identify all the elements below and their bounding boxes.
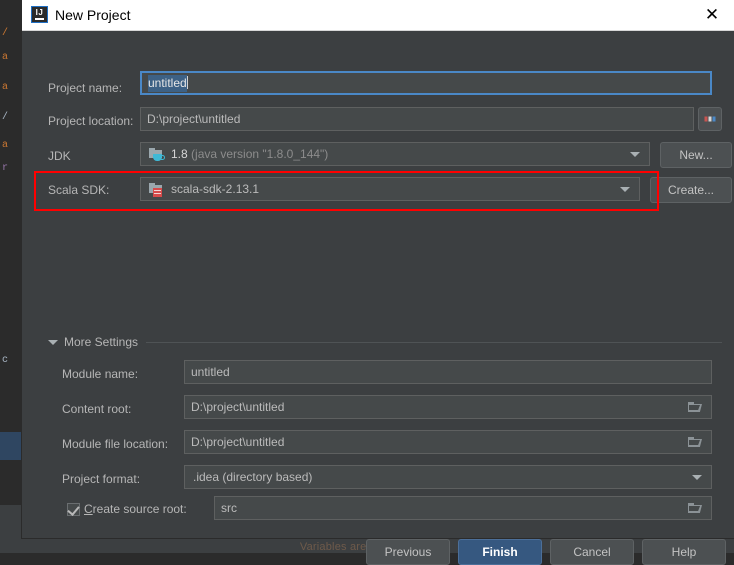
bg-code-fragment: c xyxy=(2,355,9,366)
help-button[interactable]: Help xyxy=(642,539,726,565)
create-source-root-input[interactable]: src xyxy=(214,496,712,520)
scala-sdk-create-button[interactable]: Create... xyxy=(650,177,732,203)
module-name-value: untitled xyxy=(191,365,230,379)
content-root-input[interactable]: D:\project\untitled xyxy=(184,395,712,419)
ide-editor-strip: / a a / a r c xyxy=(0,0,24,553)
chevron-down-icon xyxy=(630,152,640,157)
folder-browse-icon[interactable] xyxy=(688,401,702,413)
scala-sdk-combobox[interactable]: scala-sdk-2.13.1 xyxy=(140,177,640,201)
bg-code-fragment: / xyxy=(2,28,9,39)
new-project-dialog: IJ New Project ✕ Project name: untitled … xyxy=(22,0,734,565)
create-source-root-label: Create source root: xyxy=(84,502,187,516)
java-folder-icon xyxy=(149,148,165,161)
dialog-title: New Project xyxy=(55,7,131,23)
ellipsis-icon xyxy=(704,116,716,122)
bg-code-fragment: / xyxy=(2,112,9,123)
project-name-label: Project name: xyxy=(48,81,123,95)
project-name-input[interactable]: untitled xyxy=(140,71,712,95)
chevron-down-icon xyxy=(692,475,702,480)
project-format-label: Project format: xyxy=(62,472,141,486)
jdk-combobox[interactable]: 1.8 (java version "1.8.0_144") xyxy=(140,142,650,166)
module-name-input[interactable]: untitled xyxy=(184,360,712,384)
content-root-value: D:\project\untitled xyxy=(191,400,285,414)
finish-button[interactable]: Finish xyxy=(458,539,542,565)
project-name-value: untitled xyxy=(148,75,187,92)
dialog-body: Project name: untitled Project location:… xyxy=(22,31,734,565)
folder-browse-icon[interactable] xyxy=(688,436,702,448)
check-icon xyxy=(67,503,80,516)
more-settings-label: More Settings xyxy=(64,335,139,349)
project-location-value: D:\project\untitled xyxy=(147,112,241,126)
ide-editor-selection xyxy=(0,432,22,460)
create-source-root-value: src xyxy=(221,501,237,515)
text-caret xyxy=(186,76,188,89)
more-settings-divider xyxy=(146,342,722,343)
close-icon[interactable]: ✕ xyxy=(690,0,734,30)
content-root-label: Content root: xyxy=(62,402,132,416)
module-name-label: Module name: xyxy=(62,367,139,381)
scala-sdk-label: Scala SDK: xyxy=(48,183,110,197)
bg-code-fragment: a xyxy=(2,140,9,151)
chevron-down-icon xyxy=(620,187,630,192)
cancel-button[interactable]: Cancel xyxy=(550,539,634,565)
jdk-new-button[interactable]: New... xyxy=(660,142,732,168)
project-format-combobox[interactable]: .idea (directory based) xyxy=(184,465,712,489)
intellij-idea-icon: IJ xyxy=(31,6,48,23)
project-location-input[interactable]: D:\project\untitled xyxy=(140,107,694,131)
mnemonic-letter: C xyxy=(84,502,93,516)
bg-code-fragment: a xyxy=(2,52,9,63)
jdk-value: 1.8 (java version "1.8.0_144") xyxy=(171,147,329,161)
bg-code-fragment: r xyxy=(2,163,9,174)
scala-sdk-value: scala-sdk-2.13.1 xyxy=(171,182,260,196)
folder-browse-icon[interactable] xyxy=(688,502,702,514)
bg-code-fragment: a xyxy=(2,82,9,93)
module-file-location-label: Module file location: xyxy=(62,437,169,451)
browse-ellipsis-button[interactable] xyxy=(698,107,722,131)
module-file-location-value: D:\project\untitled xyxy=(191,435,285,449)
previous-button[interactable]: Previous xyxy=(366,539,450,565)
create-source-root-checkbox[interactable] xyxy=(67,503,80,516)
create-source-root-label-rest: reate source root: xyxy=(92,502,187,516)
jdk-label: JDK xyxy=(48,149,71,163)
scala-folder-icon xyxy=(149,183,164,197)
module-file-location-input[interactable]: D:\project\untitled xyxy=(184,430,712,454)
triangle-down-icon xyxy=(48,340,58,345)
project-location-label: Project location: xyxy=(48,114,134,128)
dialog-titlebar: IJ New Project ✕ xyxy=(22,0,734,31)
project-format-value: .idea (directory based) xyxy=(193,470,313,484)
